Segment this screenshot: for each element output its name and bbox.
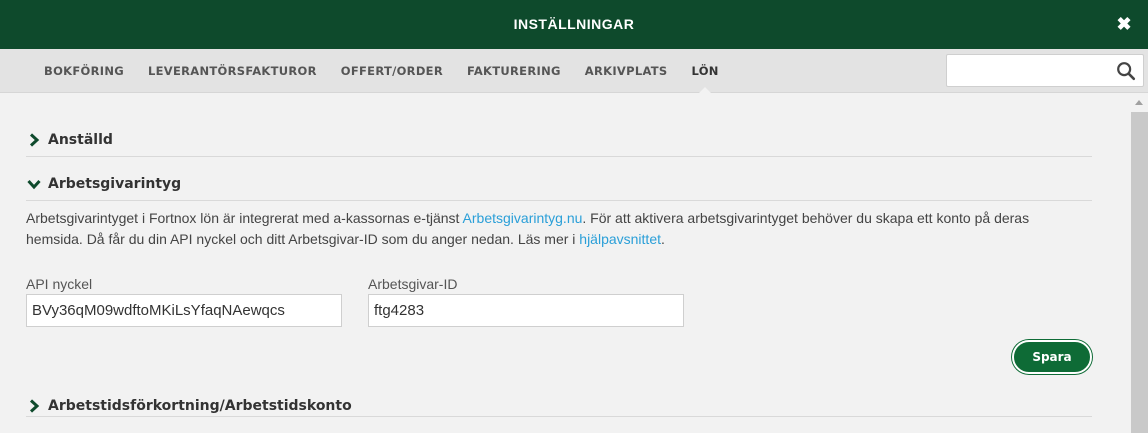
api-key-label: API nyckel — [26, 276, 93, 292]
page-title: INSTÄLLNINGAR — [513, 16, 635, 32]
search-icon[interactable] — [1115, 60, 1137, 82]
tab-arkivplats[interactable]: ARKIVPLATS — [573, 49, 680, 93]
tab-offert-order[interactable]: OFFERT/ORDER — [329, 49, 455, 93]
help-link[interactable]: hjälpavsnittet — [579, 231, 661, 247]
settings-header: INSTÄLLNINGAR ✖ — [0, 0, 1148, 49]
scroll-up-icon[interactable] — [1135, 100, 1143, 105]
section-header-arbetstid[interactable]: Arbetstidsförkortning/Arbetstidskonto — [26, 394, 1092, 418]
employer-id-input[interactable] — [368, 294, 684, 327]
tabs: BOKFÖRING LEVERANTÖRSFAKTUROR OFFERT/ORD… — [32, 49, 731, 94]
tab-bokforing[interactable]: BOKFÖRING — [32, 49, 136, 93]
desc-text: Arbetsgivarintyget i Fortnox lön är inte… — [26, 210, 463, 226]
scroll-thumb[interactable] — [1131, 112, 1148, 433]
search-input[interactable] — [947, 55, 1113, 86]
section-description: Arbetsgivarintyget i Fortnox lön är inte… — [26, 208, 1086, 250]
divider — [26, 156, 1092, 157]
divider — [26, 416, 1092, 417]
close-icon[interactable]: ✖ — [1114, 14, 1134, 34]
api-key-input[interactable] — [26, 294, 342, 327]
chevron-right-icon — [29, 399, 40, 413]
tab-leverantorsfakturor[interactable]: LEVERANTÖRSFAKTUROR — [136, 49, 329, 93]
arbetsgivarintyg-link[interactable]: Arbetsgivarintyg.nu — [463, 210, 583, 226]
section-title: Arbetstidsförkortning/Arbetstidskonto — [48, 398, 352, 414]
tab-lon[interactable]: LÖN — [680, 49, 731, 94]
divider — [26, 200, 1092, 201]
scrollbar[interactable] — [1131, 94, 1148, 433]
tab-fakturering[interactable]: FAKTURERING — [455, 49, 573, 93]
section-header-arbetsgivarintyg[interactable]: Arbetsgivarintyg — [26, 172, 1092, 196]
section-header-anstalld[interactable]: Anställd — [26, 128, 1092, 152]
section-title: Anställd — [48, 132, 113, 148]
chevron-right-icon — [29, 133, 40, 147]
search-box — [946, 54, 1144, 87]
save-button[interactable]: Spara — [1012, 340, 1092, 374]
desc-text: . — [661, 231, 665, 247]
employer-id-label: Arbetsgivar-ID — [368, 276, 458, 292]
section-title: Arbetsgivarintyg — [48, 176, 182, 192]
chevron-down-icon — [27, 179, 41, 190]
